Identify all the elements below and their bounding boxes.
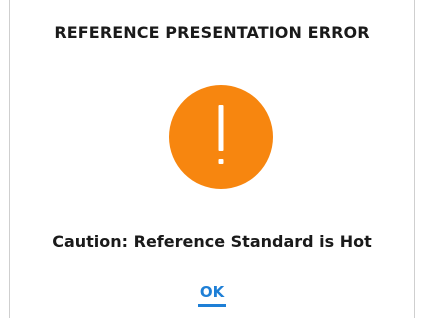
dialog-border-right [414, 0, 415, 318]
ok-button-label: OK [199, 283, 225, 301]
caution-message: Caution: Reference Standard is Hot [52, 232, 372, 251]
exclamation-dot [218, 159, 224, 164]
dialog-title: REFERENCE PRESENTATION ERROR [54, 23, 370, 42]
ok-button-underline [198, 304, 226, 307]
exclamation-bar [218, 105, 224, 151]
ok-button[interactable]: OK [196, 282, 228, 308]
error-dialog: REFERENCE PRESENTATION ERROR Caution: Re… [0, 0, 424, 318]
dialog-border-left [9, 0, 10, 318]
exclamation-warning-icon [169, 85, 273, 189]
